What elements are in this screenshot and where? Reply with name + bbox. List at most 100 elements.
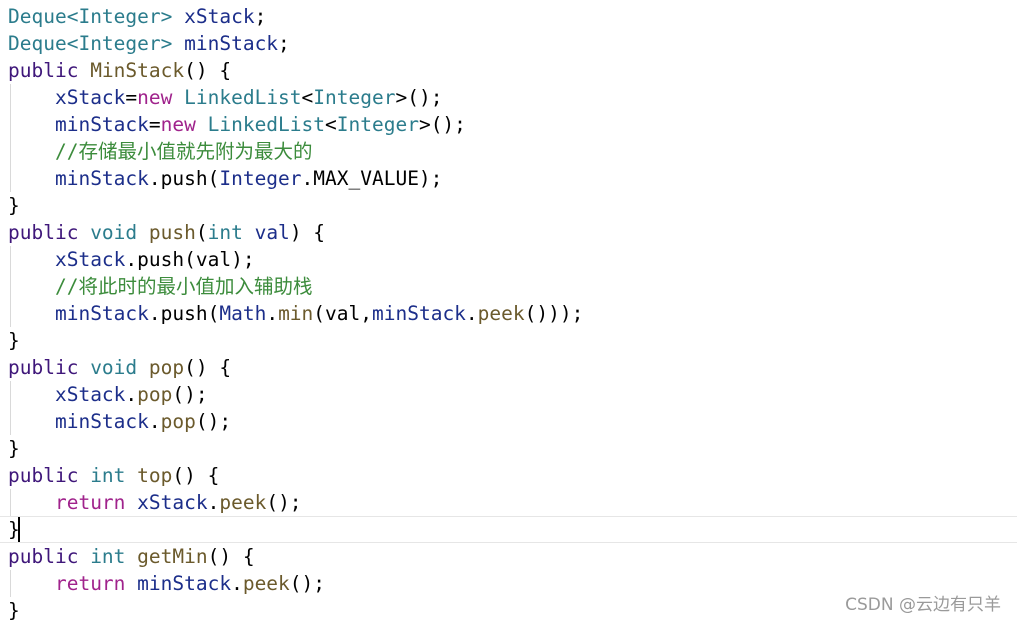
code-token-plain: ; — [254, 5, 267, 28]
code-token-plain: (); — [266, 491, 302, 514]
code-token-plain: . — [148, 410, 161, 433]
code-line[interactable]: minStack=new LinkedList<Integer>(); — [0, 111, 1017, 138]
code-line[interactable]: //存储最小值就先附为最大的 — [0, 138, 1017, 165]
code-token-func: peek — [477, 302, 525, 325]
code-token-plain: . — [125, 383, 138, 406]
code-line[interactable]: } — [0, 192, 1017, 219]
code-token-keyword: public — [8, 221, 91, 244]
code-token-plain: = — [125, 86, 138, 109]
code-token-keyword: public — [8, 545, 91, 568]
code-token-field: xStack — [54, 86, 126, 109]
code-token-field: minStack — [372, 302, 466, 325]
code-token-plain: ( — [195, 221, 208, 244]
code-token-plain: .push(val); — [125, 248, 255, 271]
code-token-type: Deque< — [8, 5, 79, 28]
code-token-keyword2: return — [54, 491, 138, 514]
code-line[interactable]: } — [0, 435, 1017, 462]
code-token-field: xStack — [54, 248, 126, 271]
code-token-plain: = — [148, 113, 161, 136]
code-token-plain: } — [8, 194, 20, 217]
code-token-func: peek — [242, 572, 290, 595]
code-token-func: pop — [160, 410, 196, 433]
code-token-type: Integer — [336, 113, 419, 136]
code-line[interactable]: public int getMin() { — [0, 543, 1017, 570]
code-token-plain: .push( — [148, 302, 220, 325]
code-line[interactable]: xStack.pop(); — [0, 381, 1017, 408]
code-token-comment: //存储最小值就先附为最大的 — [54, 140, 313, 163]
code-token-field: Integer — [219, 167, 302, 190]
code-token-plain: } — [8, 599, 20, 622]
code-line[interactable]: public void push(int val) { — [0, 219, 1017, 246]
code-line[interactable]: public MinStack() { — [0, 57, 1017, 84]
code-token-keyword2: return — [54, 572, 138, 595]
code-token-keyword: public — [8, 59, 91, 82]
code-token-field: minStack — [54, 167, 149, 190]
code-line[interactable]: xStack.push(val); — [0, 246, 1017, 273]
code-token-type: Integer — [313, 86, 396, 109]
code-token-comment: //将此时的最小值加入辅助栈 — [54, 275, 313, 298]
code-token-keyword2: new — [137, 86, 185, 109]
code-token-plain: ; — [278, 32, 290, 55]
code-token-plain: } — [8, 437, 20, 460]
code-token-plain: () { — [184, 59, 232, 82]
code-token-type: int — [90, 545, 138, 568]
code-token-plain: () { — [172, 464, 220, 487]
code-line[interactable]: minStack.push(Math.min(val,minStack.peek… — [0, 300, 1017, 327]
code-token-field: xStack — [54, 383, 126, 406]
code-token-type: LinkedList — [184, 86, 302, 109]
code-token-func: peek — [219, 491, 267, 514]
code-token-plain: . — [465, 302, 478, 325]
code-token-type: void — [90, 221, 149, 244]
code-token-func: pop — [137, 383, 173, 406]
text-cursor — [18, 517, 20, 542]
code-token-keyword: public — [8, 356, 91, 379]
code-line[interactable]: minStack.push(Integer.MAX_VALUE); — [0, 165, 1017, 192]
code-token-field: minStack — [54, 410, 149, 433]
code-line[interactable]: public void pop() { — [0, 354, 1017, 381]
code-line[interactable]: Deque<Integer> minStack; — [0, 30, 1017, 57]
code-token-type: > — [160, 32, 185, 55]
code-token-field: minStack — [137, 572, 232, 595]
code-token-plain: . — [266, 302, 279, 325]
code-token-plain: . — [231, 572, 243, 595]
code-token-plain: } — [8, 329, 20, 352]
code-token-func: top — [137, 464, 173, 487]
code-token-func: push — [148, 221, 196, 244]
code-line[interactable]: public int top() { — [0, 462, 1017, 489]
code-token-param: val — [254, 221, 290, 244]
code-token-plain: (); — [289, 572, 326, 595]
code-token-field: minStack — [54, 113, 149, 136]
code-token-func: pop — [148, 356, 185, 379]
code-token-func: MinStack — [90, 59, 185, 82]
code-line[interactable]: } — [0, 516, 1017, 543]
code-token-plain: >(); — [418, 113, 466, 136]
code-token-type: void — [90, 356, 149, 379]
code-token-func: getMin — [137, 545, 208, 568]
code-editor[interactable]: Deque<Integer> xStack; Deque<Integer> min… — [0, 0, 1017, 623]
code-line[interactable]: minStack.pop(); — [0, 408, 1017, 435]
code-token-plain: .push( — [148, 167, 220, 190]
code-token-type: int — [207, 221, 255, 244]
code-line[interactable]: //将此时的最小值加入辅助栈 — [0, 273, 1017, 300]
code-line[interactable]: return xStack.peek(); — [0, 489, 1017, 516]
code-token-type: LinkedList — [207, 113, 326, 136]
code-token-plain: () { — [207, 545, 255, 568]
code-token-type: int — [90, 464, 138, 487]
code-token-field: minStack — [54, 302, 149, 325]
code-line[interactable]: } — [0, 327, 1017, 354]
code-token-field: xStack — [184, 5, 255, 28]
code-line[interactable]: xStack=new LinkedList<Integer>(); — [0, 84, 1017, 111]
code-line[interactable]: Deque<Integer> xStack; — [0, 3, 1017, 30]
code-token-plain: < — [301, 86, 314, 109]
code-token-field: xStack — [137, 491, 208, 514]
code-token-plain: () { — [184, 356, 232, 379]
code-token-plain: >(); — [395, 86, 443, 109]
code-token-type: > — [160, 5, 185, 28]
